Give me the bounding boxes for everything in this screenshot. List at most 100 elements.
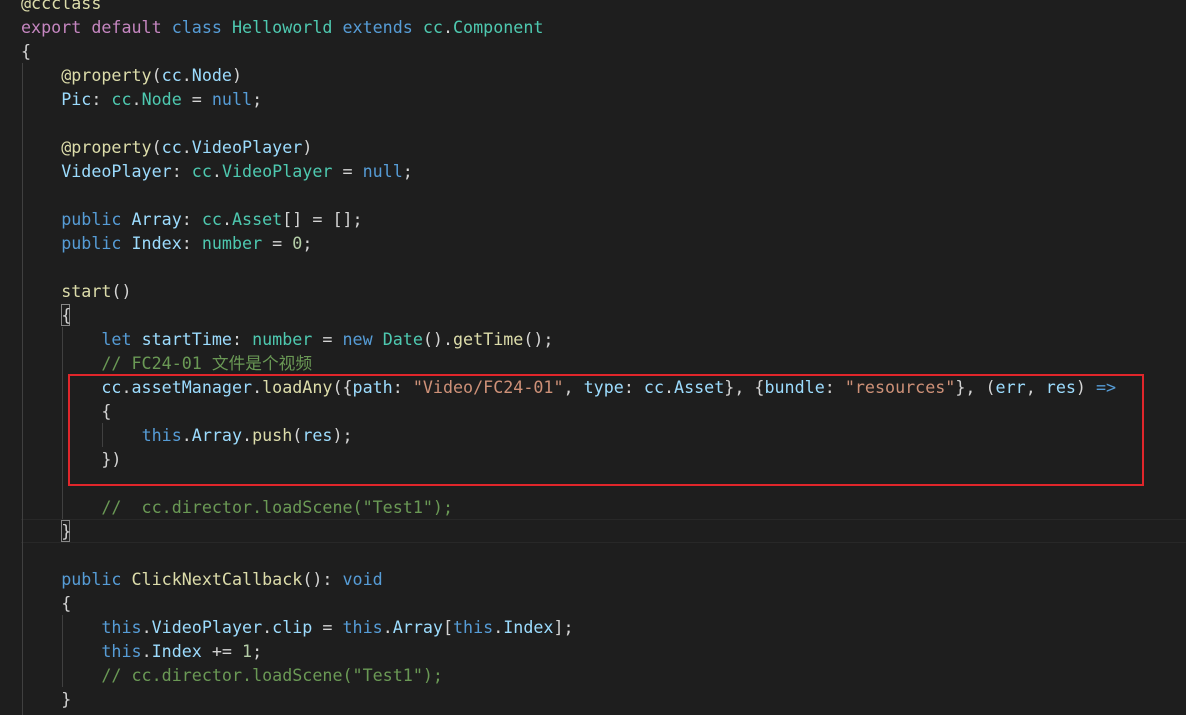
code-token: 1 (242, 641, 253, 661)
code-token: ; (252, 641, 263, 661)
code-line[interactable]: public Index: number = 0; (21, 231, 312, 255)
code-line[interactable]: @ccclass (21, 0, 101, 15)
code-token: Component (453, 17, 544, 37)
code-token: . (181, 65, 192, 85)
code-line[interactable]: // cc.director.loadScene("Test1"); (21, 495, 453, 519)
code-token: // cc.director.loadScene("Test1"); (101, 665, 443, 685)
code-editor[interactable]: @ccclass export default class Helloworld … (0, 0, 1186, 715)
code-line[interactable]: { (21, 591, 71, 615)
code-token: null (362, 161, 403, 181)
code-token: = (312, 329, 343, 349)
code-line[interactable]: this.VideoPlayer.clip = this.Array[this.… (21, 615, 573, 639)
code-token: } (61, 521, 72, 541)
code-token: . (442, 17, 454, 37)
code-token: let (101, 329, 132, 349)
code-token: ) (302, 137, 313, 157)
code-line[interactable]: let startTime: number = new Date().getTi… (21, 327, 553, 351)
code-token: [ (442, 617, 454, 637)
code-token: = (332, 161, 363, 181)
current-line-highlight (21, 519, 1186, 543)
code-token: Node (191, 65, 232, 85)
code-token: { (21, 41, 32, 61)
code-token: [] = []; (282, 209, 363, 229)
code-token: Index (503, 617, 554, 637)
code-token: @property (61, 137, 152, 157)
code-line[interactable]: public ClickNextCallback(): void (21, 567, 383, 591)
code-line[interactable]: VideoPlayer: cc.VideoPlayer = null; (21, 159, 413, 183)
code-line[interactable]: Pic: cc.Node = null; (21, 87, 262, 111)
code-token: cc (111, 89, 132, 109)
code-token: : (231, 329, 253, 349)
code-token: 0 (292, 233, 303, 253)
red-highlight-box (68, 374, 1144, 486)
code-token: () (111, 281, 132, 301)
code-token: @ccclass (21, 0, 102, 13)
code-line[interactable]: { (21, 39, 31, 63)
code-token: // FC24-01 文件是个视频 (101, 353, 313, 373)
code-token: (): (302, 569, 343, 589)
code-token: Asset (231, 209, 283, 229)
code-token: cc (191, 161, 212, 181)
code-token: number (201, 233, 263, 253)
code-line[interactable]: { (21, 303, 71, 327)
code-token: cc (161, 137, 182, 157)
code-token: ) (231, 65, 243, 85)
code-token: . (493, 617, 504, 637)
code-token: : (181, 209, 202, 229)
code-token: cc (422, 17, 443, 37)
code-line[interactable]: @property(cc.VideoPlayer) (21, 135, 312, 159)
code-token: ( (151, 65, 162, 85)
code-token: ; (252, 89, 263, 109)
code-line[interactable]: // cc.director.loadScene("Test1"); (21, 663, 443, 687)
code-token: public (61, 233, 122, 253)
code-token: void (342, 569, 383, 589)
code-token: } (61, 689, 72, 709)
code-token: Helloworld (231, 17, 333, 37)
code-line[interactable]: // FC24-01 文件是个视频 (21, 351, 312, 375)
code-token: . (382, 617, 393, 637)
code-line[interactable]: this.Index += 1; (21, 639, 262, 663)
code-token: . (221, 209, 232, 229)
code-line[interactable]: } (21, 687, 71, 711)
code-line[interactable]: start() (21, 279, 132, 303)
code-token: extends (342, 17, 413, 37)
code-line[interactable]: public Array: cc.Asset[] = []; (21, 207, 363, 231)
code-token: this (101, 641, 142, 661)
code-line[interactable]: @property(cc.Node) (21, 63, 242, 87)
code-token: startTime (141, 329, 232, 349)
code-line[interactable]: } (21, 519, 71, 543)
code-token: cc (161, 65, 182, 85)
code-token: : (181, 233, 202, 253)
code-token: { (61, 593, 72, 613)
code-token: ClickNextCallback (131, 569, 303, 589)
code-token: Array (131, 209, 182, 229)
code-line[interactable]: export default class Helloworld extends … (21, 15, 543, 39)
code-token: start (61, 281, 112, 301)
